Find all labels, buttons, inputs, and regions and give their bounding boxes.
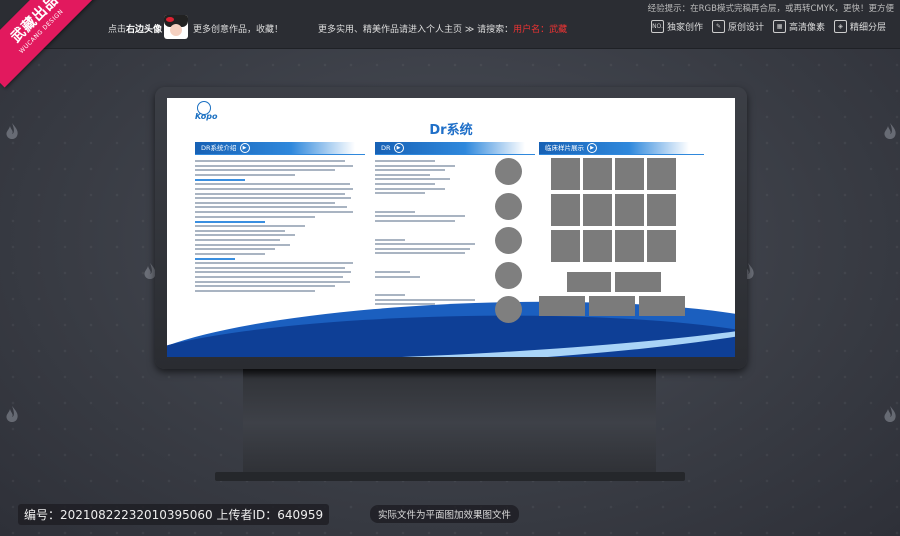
billboard-base <box>215 472 685 481</box>
section-header-dr: DR ▶ <box>375 142 525 154</box>
top-bar: 经验提示：在RGB模式完稿再合层，或再转CMYK，更快！更方便 点击右边头像 更… <box>0 0 900 49</box>
click-avatar-prefix: 点击 <box>108 25 127 35</box>
click-avatar-bold: 右边头像 <box>126 25 163 35</box>
image-placeholder <box>615 272 661 292</box>
author-avatar[interactable] <box>164 15 188 39</box>
image-placeholder <box>647 158 676 190</box>
arrow-right-icon: ▶ <box>239 143 250 153</box>
divider <box>539 154 704 155</box>
badge-layers: ◈ 精细分层 <box>834 20 886 33</box>
layers-icon: ◈ <box>834 20 848 33</box>
image-placeholder <box>495 227 522 254</box>
watermark-icon <box>2 405 22 425</box>
grid-icon: ▦ <box>773 20 787 33</box>
billboard-screen: Kopo Dr系统 DR系统介绍 ▶ DR ▶ 临床样片展示 ▶ <box>167 98 735 357</box>
file-note: 实际文件为平面图加效果图文件 <box>370 505 520 523</box>
image-placeholder <box>495 296 522 323</box>
image-placeholder <box>583 230 612 262</box>
divider <box>195 154 365 155</box>
pencil-icon: ✎ <box>712 20 726 33</box>
click-avatar-text: 点击右边头像 <box>108 22 162 35</box>
image-placeholder <box>639 296 685 316</box>
image-placeholder <box>615 194 644 226</box>
watermark-icon <box>880 405 900 425</box>
section-header-intro: DR系统介绍 ▶ <box>195 142 355 154</box>
section-header-label: 临床样片展示 <box>545 144 584 152</box>
image-placeholder <box>589 296 635 316</box>
section-header-label: DR系统介绍 <box>201 144 237 152</box>
item-code: 编号：20210822232010395060 上传者ID：640959 <box>18 504 330 525</box>
intro-text-block <box>195 160 355 294</box>
more-works-text: 更多创意作品，收藏！ <box>193 25 284 35</box>
board-title: Dr系统 <box>429 123 473 138</box>
dr-text-block <box>375 160 495 308</box>
image-placeholder <box>583 158 612 190</box>
image-placeholder <box>495 261 522 289</box>
image-placeholder <box>551 230 580 262</box>
badge-label: 原创设计 <box>728 23 765 33</box>
image-placeholder <box>539 296 585 316</box>
image-placeholder <box>551 158 580 190</box>
section-header-clinical: 临床样片展示 ▶ <box>539 142 689 154</box>
image-placeholder <box>567 272 611 292</box>
promo-user-link[interactable]: 用户名：武藏 <box>513 25 567 35</box>
badge-label: 精细分层 <box>850 23 887 33</box>
image-placeholder <box>583 194 612 226</box>
badge-label: 高清像素 <box>789 23 826 33</box>
image-placeholder <box>647 194 676 226</box>
badge-original: ✎ 原创设计 <box>712 20 764 33</box>
image-placeholder <box>495 158 522 185</box>
divider <box>375 154 535 155</box>
promo-main: 更多实用、精美作品请进入个人主页 ≫ 请搜索： <box>318 25 514 35</box>
billboard-stand <box>243 369 656 477</box>
image-placeholder <box>551 194 580 226</box>
promo-text: 更多实用、精美作品请进入个人主页 ≫ 请搜索：用户名：武藏 <box>318 22 567 35</box>
feature-badges: NO. 独家创作 ✎ 原创设计 ▦ 高清像素 ◈ 精细分层 <box>651 20 886 33</box>
image-placeholder <box>495 192 522 220</box>
watermark-icon <box>880 122 900 142</box>
no-icon: NO. <box>651 20 664 33</box>
badge-hd: ▦ 高清像素 <box>773 20 825 33</box>
arrow-right-icon: ▶ <box>393 143 404 153</box>
image-placeholder <box>615 158 644 190</box>
dr-image-circles <box>495 158 522 331</box>
arrow-right-icon: ▶ <box>587 143 597 153</box>
badge-label: 独家创作 <box>667 23 704 33</box>
billboard-frame: Kopo Dr系统 DR系统介绍 ▶ DR ▶ 临床样片展示 ▶ <box>155 87 747 369</box>
watermark-icon <box>2 122 22 142</box>
image-placeholder <box>647 230 676 262</box>
image-placeholder <box>615 230 644 262</box>
section-header-label: DR <box>381 144 391 152</box>
badge-exclusive: NO. 独家创作 <box>651 20 703 33</box>
hint-text: 经验提示：在RGB模式完稿再合层，或再转CMYK，更快！更方便 <box>647 4 894 14</box>
